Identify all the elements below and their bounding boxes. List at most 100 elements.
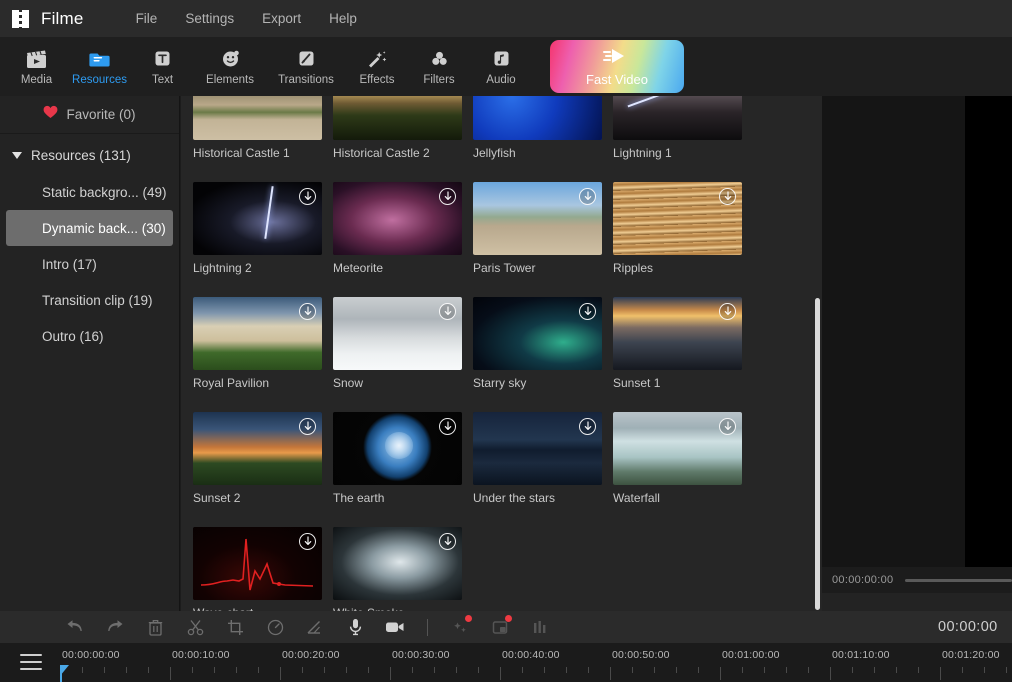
resource-thumbnail[interactable] [613, 412, 742, 485]
resource-thumbnail[interactable] [333, 182, 462, 255]
menu-export[interactable]: Export [248, 7, 315, 30]
menu-file[interactable]: File [122, 7, 172, 30]
download-circle-icon[interactable] [579, 303, 596, 320]
resource-card[interactable]: Waterfall [613, 412, 753, 505]
resource-thumbnail[interactable] [473, 412, 602, 485]
resource-card[interactable]: Wave chart [193, 527, 333, 611]
download-circle-icon[interactable] [439, 418, 456, 435]
resource-card[interactable]: Ripples [613, 182, 753, 275]
transition-icon [296, 48, 317, 70]
sidebar-item-transition-clip[interactable]: Transition clip (19) [6, 282, 173, 318]
download-circle-icon[interactable] [299, 188, 316, 205]
crop-button[interactable] [215, 611, 255, 643]
tab-filters[interactable]: Filters [408, 37, 470, 96]
color-button[interactable] [295, 611, 335, 643]
sidebar-item-static-backgrounds[interactable]: Static backgro... (49) [6, 174, 173, 210]
tab-elements[interactable]: Elements [194, 37, 266, 96]
resource-thumbnail[interactable] [333, 96, 462, 140]
record-screen-button[interactable] [375, 611, 415, 643]
effects-quick-button[interactable] [440, 611, 480, 643]
resource-card[interactable]: Historical Castle 1 [193, 96, 333, 160]
resources-group-label: Resources (131) [31, 147, 131, 163]
ruler-tick-minor [984, 667, 985, 673]
resource-thumbnail[interactable] [613, 96, 742, 140]
resource-thumbnail[interactable] [333, 297, 462, 370]
audio-mix-button[interactable] [520, 611, 560, 643]
download-circle-icon[interactable] [439, 188, 456, 205]
download-circle-icon[interactable] [719, 303, 736, 320]
resource-card[interactable]: Starry sky [473, 297, 613, 390]
download-circle-icon[interactable] [439, 533, 456, 550]
resource-card[interactable]: Lightning 2 [193, 182, 333, 275]
redo-button[interactable] [95, 611, 135, 643]
resource-thumbnail[interactable] [613, 182, 742, 255]
download-circle-icon[interactable] [579, 188, 596, 205]
ruler-tick-label: 00:00:10:00 [172, 649, 230, 661]
resource-thumbnail[interactable] [193, 182, 322, 255]
sidebar-item-dynamic-backgrounds[interactable]: Dynamic back... (30) [6, 210, 173, 246]
download-circle-icon[interactable] [439, 303, 456, 320]
resource-caption: The earth [333, 491, 385, 505]
resource-thumbnail[interactable] [193, 96, 322, 140]
delete-button[interactable] [135, 611, 175, 643]
resource-card[interactable]: Snow [333, 297, 473, 390]
resource-card[interactable]: Lightning 1 [613, 96, 753, 160]
resource-grid: Historical Castle 1 Historical Castle 2 Je… [181, 96, 822, 611]
resource-card[interactable]: Historical Castle 2 [333, 96, 473, 160]
tab-transitions[interactable]: Transitions [266, 37, 346, 96]
ruler-tick-minor [368, 667, 369, 673]
grid-scrollbar[interactable] [815, 298, 820, 610]
tab-effects[interactable]: Effects [346, 37, 408, 96]
resource-thumbnail[interactable] [193, 527, 322, 600]
resource-card[interactable]: White Smoke [333, 527, 473, 611]
split-button[interactable] [175, 611, 215, 643]
resource-card[interactable]: The earth [333, 412, 473, 505]
download-circle-icon[interactable] [299, 303, 316, 320]
download-circle-icon[interactable] [299, 418, 316, 435]
resource-card[interactable]: Under the stars [473, 412, 613, 505]
ruler-tick-minor [588, 667, 589, 673]
tab-media-label: Media [20, 73, 53, 86]
resource-caption: Starry sky [473, 376, 527, 390]
resource-thumbnail[interactable] [473, 297, 602, 370]
sidebar-item-outro[interactable]: Outro (16) [6, 318, 173, 354]
thumbnail-art [333, 96, 462, 140]
timeline-ruler[interactable]: 00:00:00:00 00:00:10:00 00:00:20:00 00:00:3… [60, 643, 1012, 682]
resource-card[interactable]: Sunset 2 [193, 412, 333, 505]
pip-button[interactable] [480, 611, 520, 643]
resource-card[interactable]: Meteorite [333, 182, 473, 275]
resource-thumbnail[interactable] [613, 297, 742, 370]
resource-thumbnail[interactable] [473, 96, 602, 140]
download-circle-icon[interactable] [579, 418, 596, 435]
resource-card[interactable]: Jellyfish [473, 96, 613, 160]
menu-settings[interactable]: Settings [171, 7, 248, 30]
resource-caption: Lightning 2 [193, 261, 252, 275]
preview-progress-slider[interactable] [905, 578, 1012, 582]
speed-button[interactable] [255, 611, 295, 643]
tab-audio[interactable]: Audio [470, 37, 532, 96]
download-circle-icon[interactable] [719, 188, 736, 205]
folder-icon [89, 48, 110, 70]
sidebar-item-favorite[interactable]: Favorite (0) [0, 96, 179, 134]
ruler-tick-major [280, 667, 281, 680]
resource-thumbnail[interactable] [333, 527, 462, 600]
resource-card[interactable]: Royal Pavilion [193, 297, 333, 390]
menu-help[interactable]: Help [315, 7, 371, 30]
download-circle-icon[interactable] [719, 418, 736, 435]
undo-button[interactable] [55, 611, 95, 643]
tab-media[interactable]: Media [5, 37, 68, 96]
fast-video-button[interactable]: Fast Video [550, 40, 684, 93]
tab-text[interactable]: Text [131, 37, 194, 96]
resource-thumbnail[interactable] [333, 412, 462, 485]
resource-card[interactable]: Paris Tower [473, 182, 613, 275]
resource-thumbnail[interactable] [473, 182, 602, 255]
resource-card[interactable]: Sunset 1 [613, 297, 753, 390]
resource-thumbnail[interactable] [193, 297, 322, 370]
resource-thumbnail[interactable] [193, 412, 322, 485]
sidebar-group-resources[interactable]: Resources (131) [0, 136, 179, 174]
download-circle-icon[interactable] [299, 533, 316, 550]
hamburger-menu-icon[interactable] [20, 654, 42, 670]
tab-resources[interactable]: Resources [68, 37, 131, 96]
sidebar-item-intro[interactable]: Intro (17) [6, 246, 173, 282]
voiceover-button[interactable] [335, 611, 375, 643]
